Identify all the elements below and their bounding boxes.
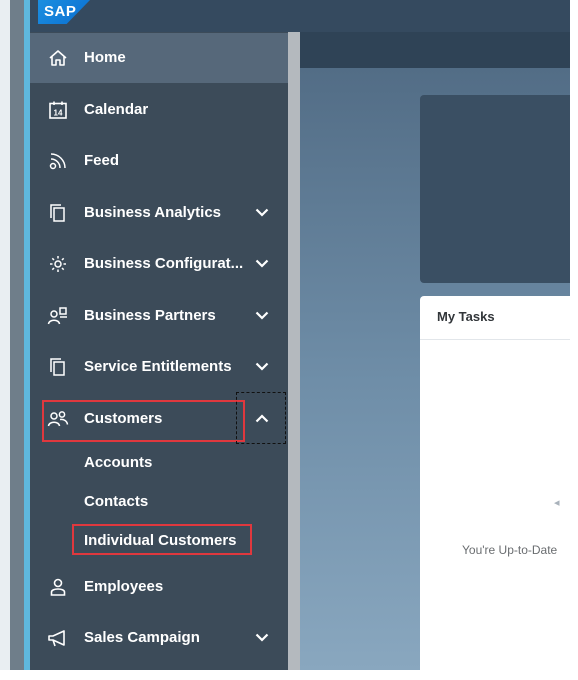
empty-state-message: You're Up-to-Date [462, 543, 558, 557]
highlight-customers [42, 400, 245, 442]
nav-item-employees[interactable]: Employees [30, 562, 288, 612]
chevron-down-icon[interactable] [253, 628, 271, 646]
nav-item-business-configuration[interactable]: Business Configurat... [30, 239, 288, 289]
nav-item-label: Business Analytics [84, 204, 221, 221]
nav-item-business-analytics[interactable]: Business Analytics [30, 188, 288, 238]
screen: SAP My Tasks ◂ You're Up-to-Date Home 14… [0, 0, 578, 680]
my-tasks-card[interactable]: My Tasks ◂ You're Up-to-Date [420, 296, 570, 670]
content-toolbar [300, 32, 570, 68]
sap-logo[interactable]: SAP [38, 0, 90, 24]
my-tasks-title: My Tasks [420, 296, 570, 340]
chevron-down-icon[interactable] [253, 357, 271, 375]
nav-item-business-partners[interactable]: Business Partners [30, 291, 288, 341]
chevron-down-icon[interactable] [253, 203, 271, 221]
campaign-icon [46, 627, 70, 649]
empty-state-icon: ◂ [554, 497, 560, 509]
partners-icon [46, 305, 70, 327]
entitlements-icon [46, 356, 70, 378]
nav-item-sales-campaign[interactable]: Sales Campaign [30, 613, 288, 663]
nav-item-label: Feed [84, 152, 120, 169]
window-edge-dark [10, 0, 24, 670]
header-card [420, 95, 570, 283]
nav-item-label: Home [84, 49, 126, 66]
chevron-down-icon[interactable] [253, 254, 271, 272]
nav-item-label: Service Entitlements [84, 358, 232, 375]
nav-item-label: Business Configurat... [84, 255, 244, 272]
nav-item-label: Calendar [84, 101, 149, 118]
nav-item-calendar[interactable]: 14 Calendar [30, 85, 288, 135]
configuration-icon [46, 253, 70, 275]
shell-bar: SAP [30, 0, 570, 32]
nav-item-label: Business Partners [84, 307, 216, 324]
home-icon [46, 47, 70, 69]
right-margin [570, 0, 578, 680]
calendar-icon: 14 [46, 99, 70, 121]
employee-icon [46, 576, 70, 598]
nav-item-feed[interactable]: Feed [30, 136, 288, 186]
analytics-icon [46, 202, 70, 224]
subnav-item-accounts[interactable]: Accounts [84, 454, 152, 471]
nav-item-label: Sales Campaign [84, 629, 200, 646]
subnav-item-contacts[interactable]: Contacts [84, 493, 148, 510]
chevron-down-icon[interactable] [253, 306, 271, 324]
highlight-individual-customers [72, 524, 252, 555]
nav-item-service-entitlements[interactable]: Service Entitlements [30, 342, 288, 392]
calendar-day: 14 [54, 109, 63, 118]
feed-icon [46, 150, 70, 172]
focus-outline-chevron [236, 392, 286, 444]
nav-item-label: Employees [84, 578, 164, 595]
bottom-margin [0, 670, 578, 680]
nav-item-home[interactable]: Home [30, 33, 288, 83]
navigation-scrollbar[interactable] [288, 32, 300, 670]
window-edge [0, 0, 10, 670]
navigation-panel: Home 14 Calendar Feed Business Analytics [30, 32, 288, 670]
